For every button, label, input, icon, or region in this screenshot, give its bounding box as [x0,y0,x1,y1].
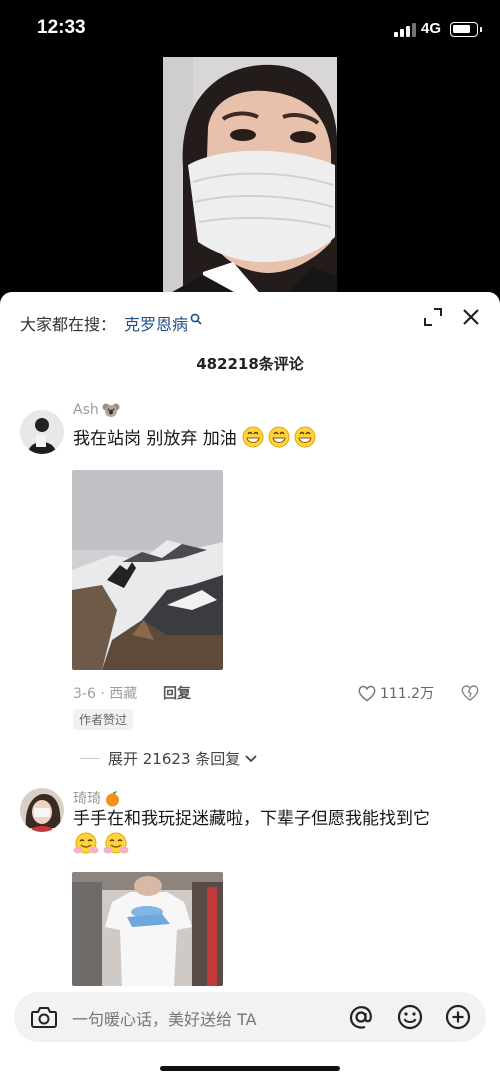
comment-sheet: 大家都在搜： 克罗恩病 482218条评论 Ash 我在站岗 别放弃 加油 3-… [0,292,500,1082]
orange-emoji-icon [106,790,119,806]
avatar[interactable] [20,788,64,832]
room-photo [72,872,223,986]
close-icon[interactable] [460,306,482,328]
grin-emoji-icon [242,426,264,448]
comment-text-content: 我在站岗 别放弃 加油 [73,429,237,449]
camera-icon[interactable] [30,1004,58,1030]
broken-heart-icon[interactable] [461,684,479,702]
comment-username-text: 琦琦 [73,791,101,807]
network-label: 4G [421,20,442,37]
trending-search[interactable]: 大家都在搜： 克罗恩病 [20,310,202,336]
status-time: 12:33 [37,17,86,38]
snowy-mountain-photo [72,470,223,670]
comment-date-location: 3-6 · 西藏 [73,686,138,702]
author-liked-tag: 作者赞过 [73,709,134,730]
battery-icon [450,22,482,37]
comment-image[interactable] [72,470,223,670]
grin-emoji-icon [294,426,316,448]
comment-image[interactable] [72,872,223,986]
koala-emoji-icon [102,403,120,417]
avatar-image [20,410,64,454]
like-button[interactable]: 111.2万 [358,683,434,703]
search-icon [190,313,202,325]
trending-search-term[interactable]: 克罗恩病 [124,311,188,335]
status-bar: 12:33 4G [0,0,500,60]
comment-text: 手手在和我玩捉迷藏啦，下辈子但愿我能找到它 [73,806,480,860]
heart-icon [358,685,376,701]
comment-count: 482218条评论 [196,355,304,373]
video-person-illustration [163,57,337,297]
video-frame[interactable] [163,57,337,297]
comment-input-placeholder[interactable]: 一句暖心话，美好送给 TA [72,1006,257,1030]
plus-icon[interactable] [444,1003,472,1031]
hug-emoji-icon [103,832,129,854]
avatar-image [20,788,64,832]
comment-username[interactable]: 琦琦 [73,788,121,808]
comment-meta: 3-6 · 西藏 回复 111.2万 [73,683,483,703]
home-indicator [160,1066,340,1071]
comment-input-bar[interactable]: 一句暖心话，美好送给 TA [14,992,486,1042]
hug-emoji-icon [73,832,99,854]
chevron-down-icon [245,754,257,762]
expand-replies-label: 展开 21623 条回复 [108,750,241,768]
reply-button[interactable]: 回复 [163,683,191,703]
avatar[interactable] [20,410,64,454]
comment-username-text: Ash [73,402,99,418]
trending-search-label: 大家都在搜： [20,315,117,334]
emoji-icon[interactable] [396,1003,424,1031]
grin-emoji-icon [268,426,290,448]
expand-replies-button[interactable]: 展开 21623 条回复 [80,748,258,769]
expand-icon[interactable] [423,307,443,327]
like-count: 111.2万 [380,686,435,702]
signal-icon [394,23,418,37]
at-icon[interactable] [347,1003,375,1031]
comment-text: 我在站岗 别放弃 加油 [73,426,480,452]
divider-line [80,758,100,759]
comment-text-content: 手手在和我玩捉迷藏啦，下辈子但愿我能找到它 [73,809,430,829]
comment-username[interactable]: Ash [73,402,120,418]
